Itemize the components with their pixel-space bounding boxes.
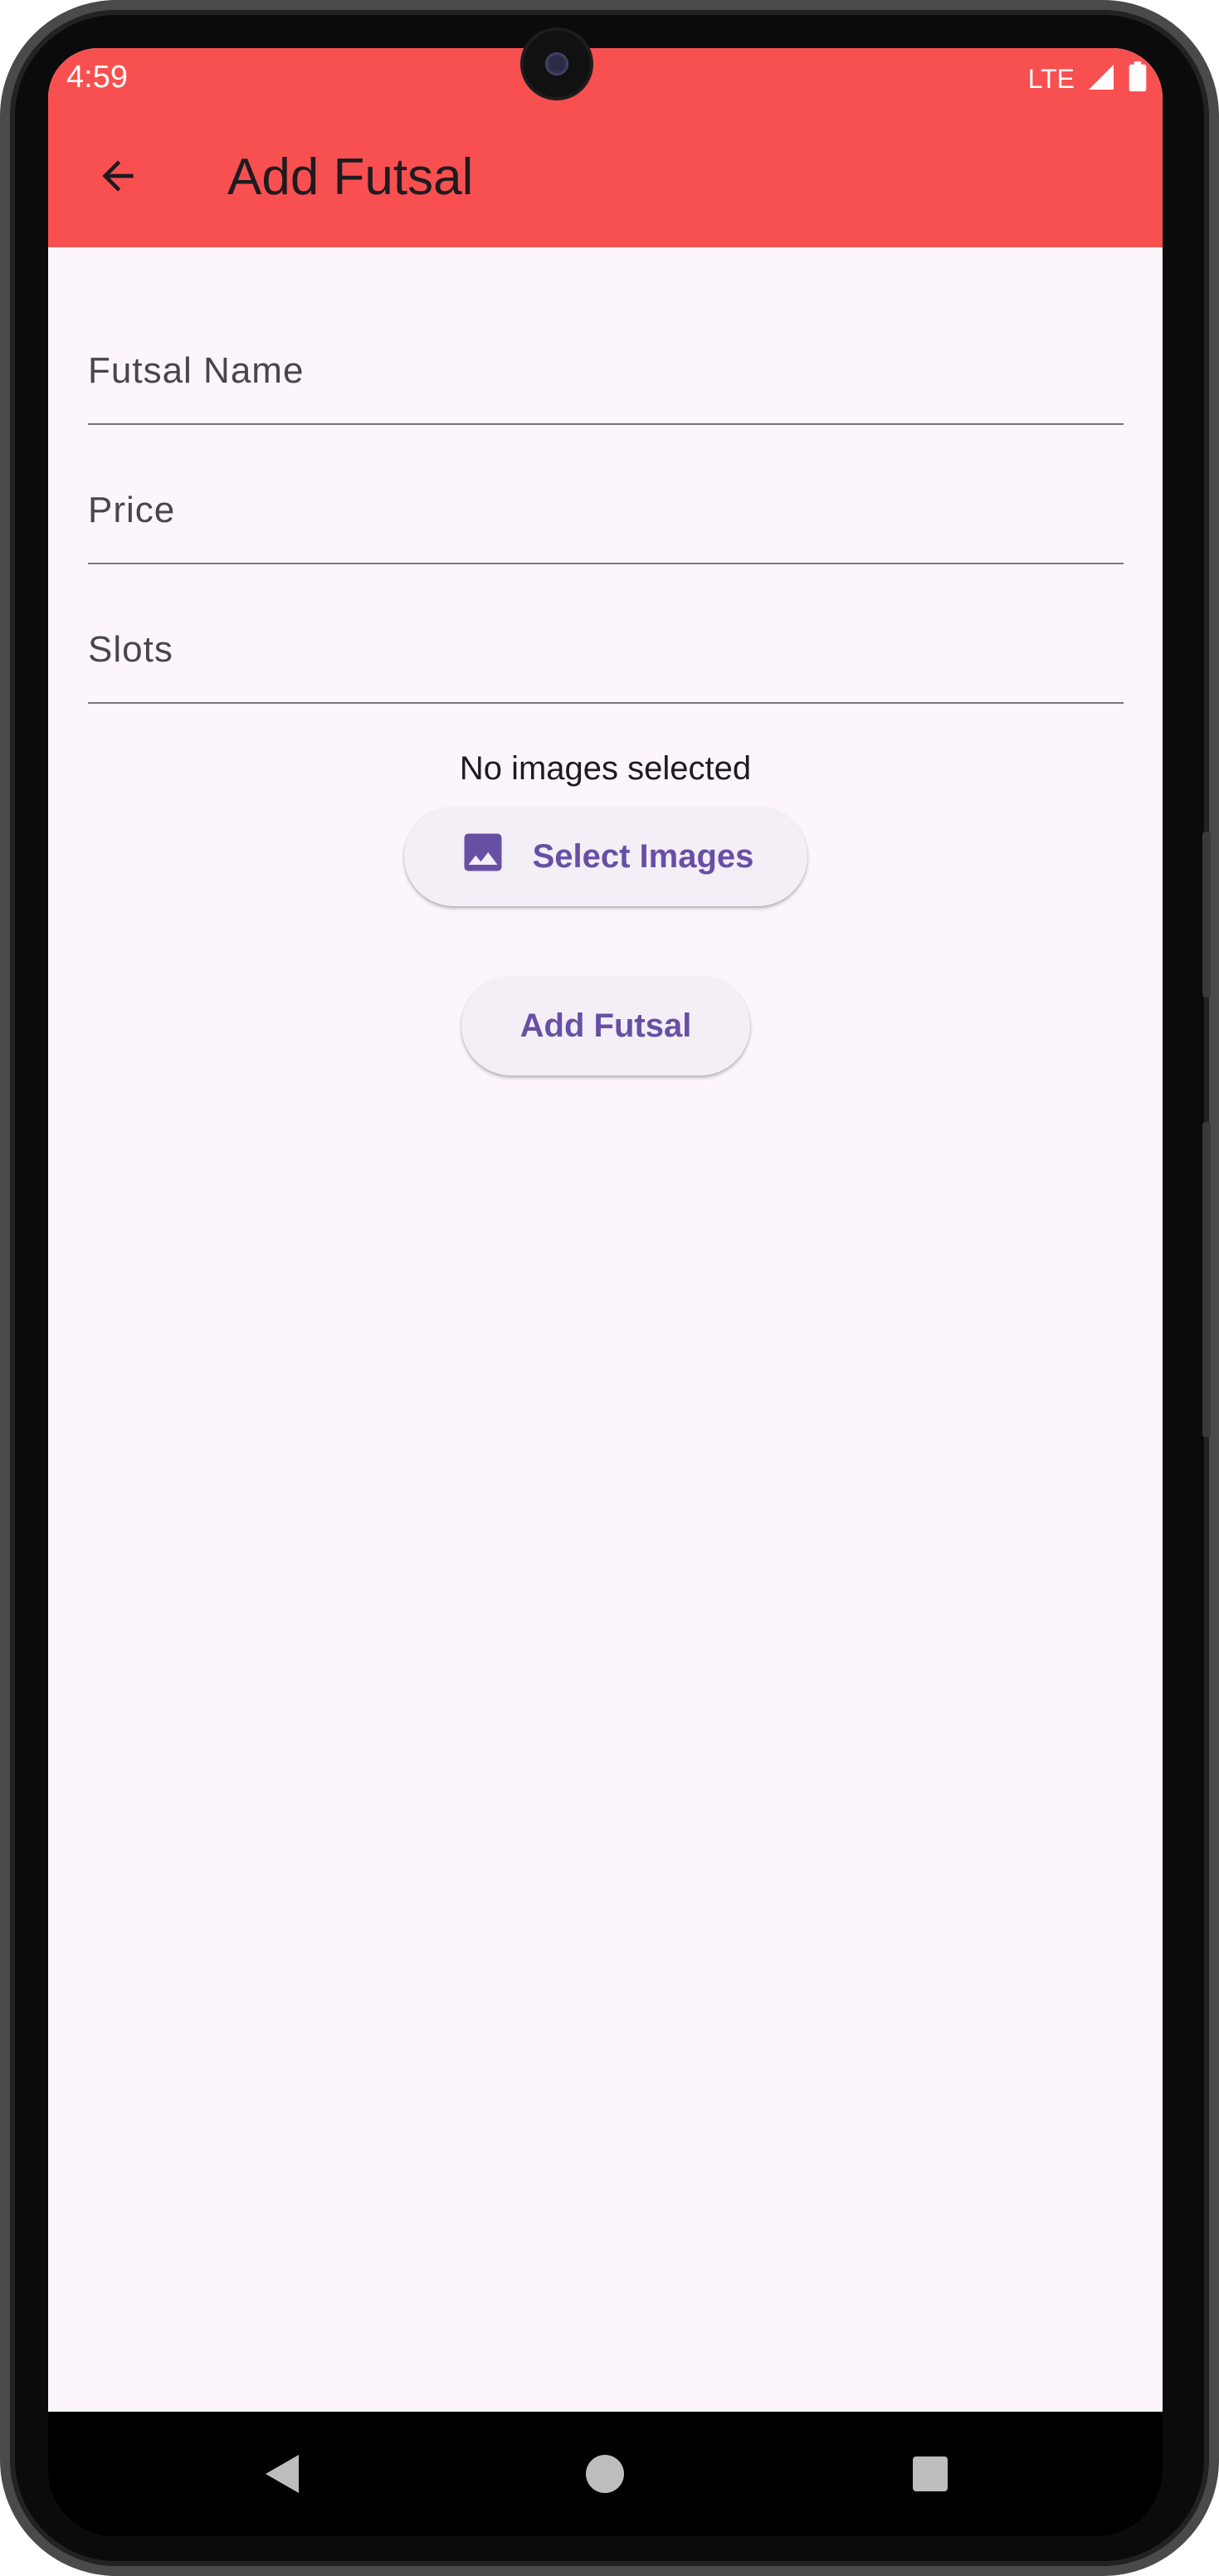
image-icon [458,827,508,886]
signal-icon [1086,62,1116,96]
add-futsal-button[interactable]: Add Futsal [461,976,750,1076]
battery-icon [1128,61,1148,97]
futsal-name-input[interactable] [88,309,1127,425]
power-button [1202,1122,1211,1437]
front-camera [524,31,590,97]
page-title: Add Futsal [227,149,474,206]
status-icons: LTE [1028,61,1148,97]
futsal-name-field[interactable]: Futsal Name [88,309,1127,425]
back-triangle-icon[interactable] [261,2453,302,2495]
screen: 4:59 LTE Add Futsal Futsal Name Price Sl… [48,48,1163,2412]
arrow-back-icon [95,153,141,203]
images-status-text: No images selected [459,750,752,787]
recents-square-icon[interactable] [909,2453,951,2495]
back-button[interactable] [85,144,151,211]
slots-field[interactable]: Slots [88,588,1127,704]
network-type: LTE [1027,64,1075,94]
home-circle-icon[interactable] [584,2453,626,2495]
volume-button [1202,832,1211,998]
slots-input[interactable] [88,588,1127,704]
select-images-label: Select Images [532,837,754,875]
select-images-button[interactable]: Select Images [404,807,807,906]
system-nav-bar [48,2412,1163,2536]
status-bar: 4:59 LTE [48,48,1163,108]
status-time: 4:59 [66,60,128,95]
add-futsal-label: Add Futsal [519,1007,692,1044]
price-field[interactable]: Price [88,448,1127,564]
price-input[interactable] [88,448,1127,564]
app-bar: Add Futsal [48,108,1163,247]
